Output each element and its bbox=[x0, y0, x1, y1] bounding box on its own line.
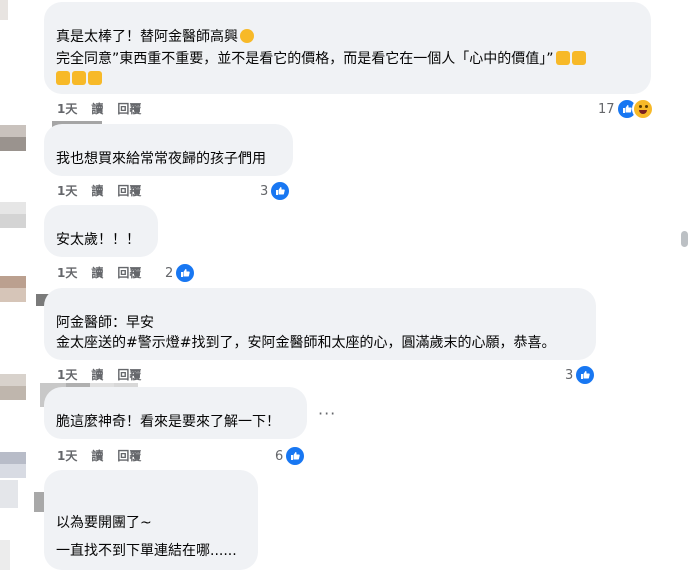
avatar[interactable] bbox=[0, 202, 26, 228]
avatar[interactable] bbox=[0, 452, 26, 478]
read-link[interactable]: 讀 bbox=[91, 182, 103, 199]
avatar[interactable] bbox=[0, 540, 10, 570]
comment-text-line: 完全同意”東西重不重要，並不是看它的價格，而是看它在一個人「心中的價值」” bbox=[56, 50, 586, 68]
comment-text-line: 阿金醫師：早安 bbox=[56, 315, 154, 331]
reaction-count: 3 bbox=[260, 183, 269, 199]
like-icon bbox=[284, 445, 307, 467]
comment-meta: 1天 讀 回覆 bbox=[57, 366, 155, 383]
reply-link[interactable]: 回覆 bbox=[117, 100, 141, 117]
reaction-summary[interactable]: 3 bbox=[565, 364, 597, 386]
read-link[interactable]: 讀 bbox=[91, 100, 103, 117]
reaction-count: 3 bbox=[565, 367, 574, 383]
reaction-summary[interactable]: 17 bbox=[598, 98, 654, 120]
avatar[interactable] bbox=[0, 125, 26, 151]
comment-text-line bbox=[56, 70, 102, 88]
like-icon bbox=[574, 364, 597, 386]
comment-text: 安太歲！！！ bbox=[56, 232, 140, 248]
comment-text-line: 金太座送的#警示燈#找到了，安阿金醫師和太座的心，圓滿歲末的心願，恭喜。 bbox=[56, 335, 556, 351]
reaction-summary[interactable]: 3 bbox=[260, 180, 292, 202]
comment-bubble: 我也想買來給常常夜歸的孩子們用 bbox=[44, 124, 293, 176]
smile-icon bbox=[240, 29, 254, 43]
timestamp[interactable]: 1天 bbox=[57, 366, 77, 383]
reaction-summary[interactable]: 6 bbox=[275, 445, 307, 467]
timestamp[interactable]: 1天 bbox=[57, 100, 77, 117]
read-link[interactable]: 讀 bbox=[91, 366, 103, 383]
comment-text-line: 以為要開團了~ bbox=[56, 515, 152, 531]
reply-link[interactable]: 回覆 bbox=[117, 447, 141, 464]
comment-bubble: 真是太棒了！替阿金醫師高興 完全同意”東西重不重要，並不是看它的價格，而是看它在… bbox=[44, 2, 651, 94]
reply-link[interactable]: 回覆 bbox=[117, 264, 141, 281]
reaction-count: 6 bbox=[275, 448, 284, 464]
avatar[interactable] bbox=[0, 374, 26, 400]
comment-text: 脆這麼神奇！看來是要來了解一下！ bbox=[56, 414, 280, 430]
avatar[interactable] bbox=[0, 0, 8, 20]
comment-text-line: 真是太棒了！替阿金醫師高興 bbox=[56, 28, 254, 46]
comment-bubble: 以為要開團了~ 一直找不到下單連結在哪...... bbox=[44, 470, 258, 570]
comment-meta: 1天 讀 回覆 bbox=[57, 182, 155, 199]
comment-meta: 1天 讀 回覆 bbox=[57, 264, 155, 281]
timestamp[interactable]: 1天 bbox=[57, 182, 77, 199]
comment-meta: 1天 讀 回覆 bbox=[57, 100, 155, 117]
comment-text-line: 一直找不到下單連結在哪...... bbox=[56, 543, 237, 559]
thumbs-up-icon bbox=[72, 71, 86, 85]
comment-bubble: 阿金醫師：早安 金太座送的#警示燈#找到了，安阿金醫師和太座的心，圓滿歲末的心願… bbox=[44, 288, 596, 360]
read-link[interactable]: 讀 bbox=[91, 447, 103, 464]
avatar[interactable] bbox=[0, 276, 26, 302]
more-options-icon[interactable]: ··· bbox=[318, 404, 336, 423]
reply-link[interactable]: 回覆 bbox=[117, 182, 141, 199]
haha-icon bbox=[631, 98, 654, 120]
thumbs-up-icon bbox=[56, 71, 70, 85]
comment-bubble: 脆這麼神奇！看來是要來了解一下！ bbox=[44, 387, 307, 439]
like-icon bbox=[174, 262, 197, 284]
comment-text: 我也想買來給常常夜歸的孩子們用 bbox=[56, 151, 266, 167]
avatar[interactable] bbox=[0, 480, 18, 508]
read-link[interactable]: 讀 bbox=[91, 264, 103, 281]
thumbs-up-icon bbox=[555, 51, 570, 65]
timestamp[interactable]: 1天 bbox=[57, 264, 77, 281]
reaction-summary[interactable]: 2 bbox=[165, 262, 197, 284]
comment-meta: 1天 讀 回覆 bbox=[57, 447, 155, 464]
reaction-count: 17 bbox=[598, 101, 615, 117]
timestamp[interactable]: 1天 bbox=[57, 447, 77, 464]
reply-link[interactable]: 回覆 bbox=[117, 366, 141, 383]
thumbs-up-icon bbox=[88, 71, 102, 85]
like-icon bbox=[269, 180, 292, 202]
thumbs-up-icon bbox=[571, 51, 586, 65]
scrollbar-thumb[interactable] bbox=[681, 231, 688, 247]
reaction-count: 2 bbox=[165, 265, 174, 281]
comment-bubble: 安太歲！！！ bbox=[44, 205, 158, 257]
